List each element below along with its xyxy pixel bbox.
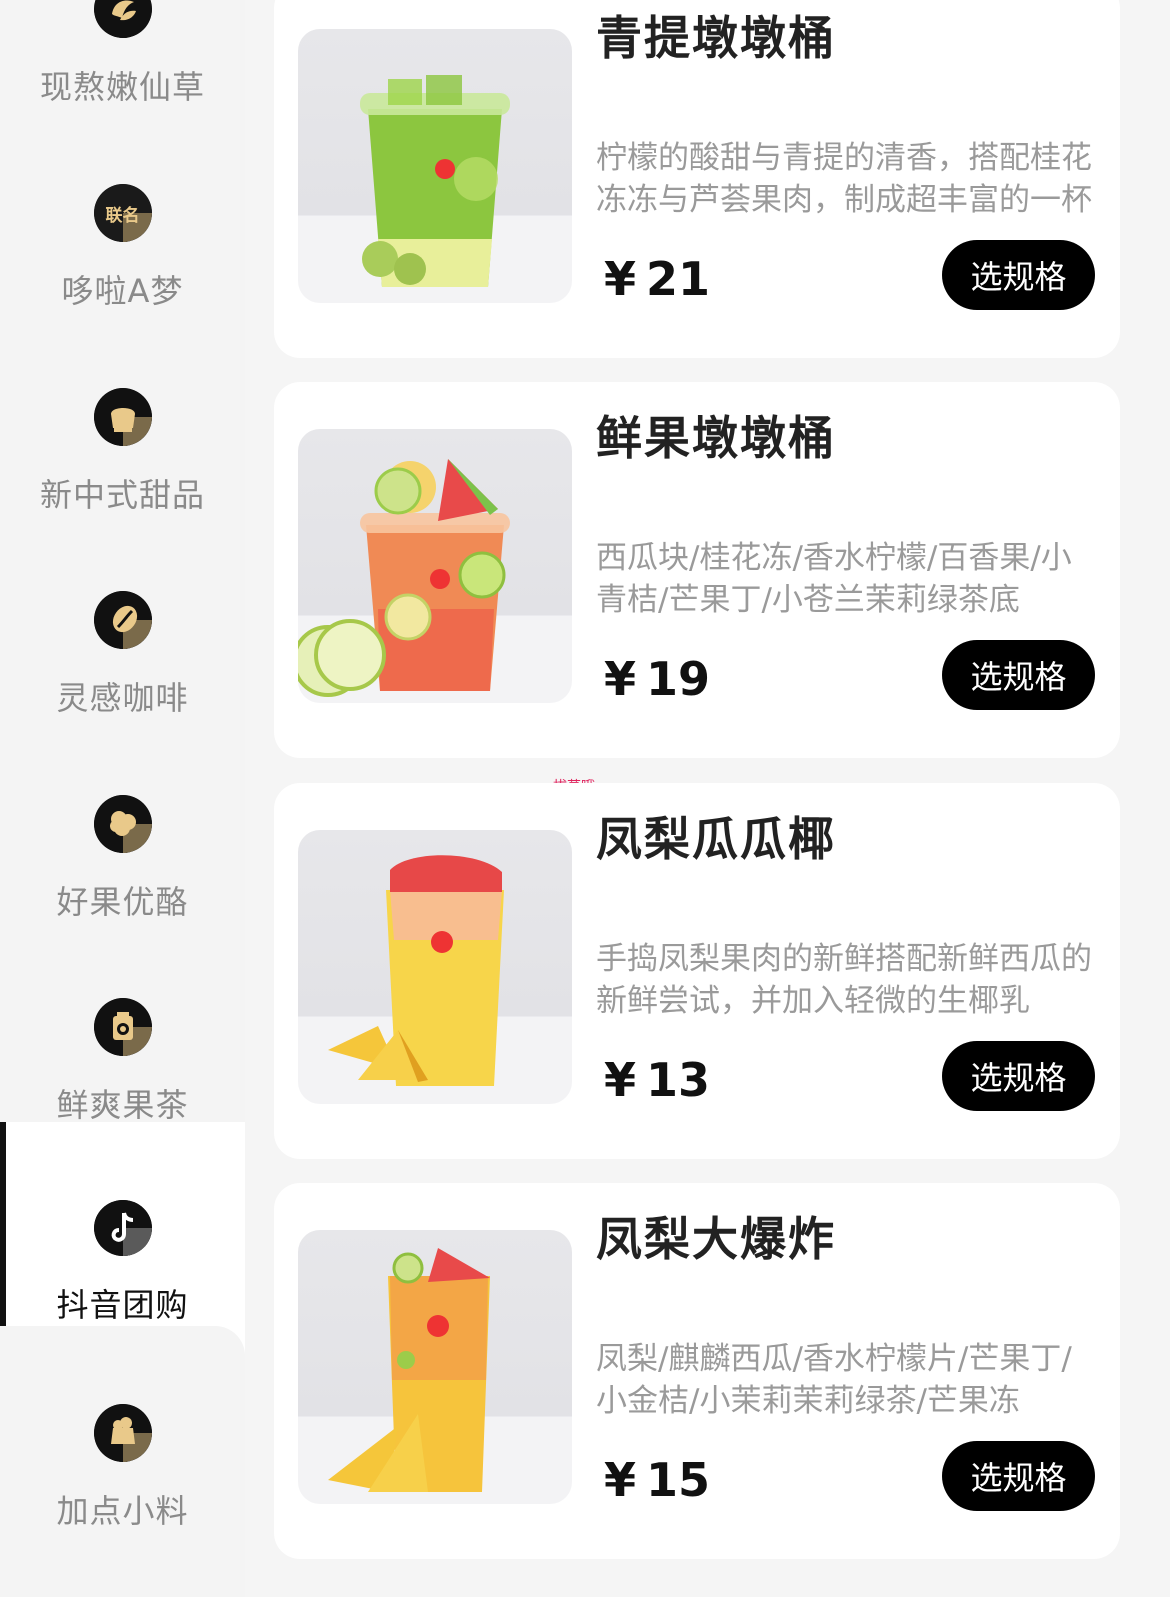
product-description: 手捣凤梨果肉的新鲜搭配新鲜西瓜的新鲜尝试，并加入轻微的生椰乳	[596, 941, 1092, 1019]
select-spec-button[interactable]: 选规格	[942, 240, 1095, 310]
currency-symbol: ¥	[604, 1453, 637, 1507]
collab-badge-icon: 联名	[93, 184, 152, 242]
price-value: 13	[646, 1053, 711, 1107]
product-description: 西瓜块/桂花冻/香水柠檬/百香果/小青桔/芒果丁/小苍兰茉莉绿茶底	[596, 540, 1072, 618]
product-price: ¥15	[604, 1453, 710, 1507]
price-value: 21	[646, 252, 711, 306]
category-label: 加点小料	[56, 1492, 189, 1530]
category-grass-jelly[interactable]: 现熬嫩仙草	[0, 0, 245, 184]
collab-badge-text: 联名	[105, 205, 140, 226]
product-card[interactable]: 凤梨瓜瓜椰 手捣凤梨果肉的新鲜搭配新鲜西瓜的新鲜尝试，并加入轻微的生椰乳 ¥13…	[274, 783, 1120, 1159]
select-spec-button[interactable]: 选规格	[942, 640, 1095, 710]
currency-symbol: ¥	[604, 252, 637, 306]
product-name: 凤梨瓜瓜椰	[596, 812, 836, 866]
product-image-pineapple-burst	[298, 1230, 572, 1504]
dessert-icon	[93, 388, 152, 446]
product-name: 鲜果墩墩桶	[596, 411, 836, 465]
product-image-pineapple-watermelon	[298, 830, 572, 1104]
product-description: 凤梨/麒麟西瓜/香水柠檬片/芒果丁/小金桔/小茉莉茉莉绿茶/芒果冻	[596, 1341, 1072, 1419]
product-price: ¥21	[604, 252, 710, 306]
fruit-tea-icon	[93, 998, 152, 1056]
category-label: 新中式甜品	[39, 476, 205, 514]
category-label: 现熬嫩仙草	[39, 68, 205, 106]
product-name: 凤梨大爆炸	[596, 1212, 836, 1266]
category-doraemon[interactable]: 联名 哆啦A梦	[0, 184, 245, 388]
price-value: 19	[646, 652, 711, 706]
price-value: 15	[646, 1453, 711, 1507]
product-price: ¥19	[604, 652, 710, 706]
select-spec-button[interactable]: 选规格	[942, 1041, 1095, 1111]
grass-jelly-icon	[93, 0, 152, 38]
product-image-green-grape	[298, 29, 572, 303]
category-label: 哆啦A梦	[61, 272, 184, 310]
category-label: 鲜爽果茶	[56, 1086, 189, 1124]
fruit-yogurt-icon	[93, 795, 152, 853]
category-fruit-yogurt[interactable]: 好果优酪	[0, 795, 245, 999]
product-description: 柠檬的酸甜与青提的清香，搭配桂花冻冻与芦荟果肉，制成超丰富的一杯	[596, 140, 1092, 218]
coffee-bean-icon	[93, 591, 152, 649]
category-dessert[interactable]: 新中式甜品	[0, 388, 245, 592]
product-name: 青提墩墩桶	[596, 11, 836, 65]
category-label: 抖音团购	[56, 1286, 189, 1324]
product-image-fresh-fruit	[298, 429, 572, 703]
product-card[interactable]: 凤梨大爆炸 凤梨/麒麟西瓜/香水柠檬片/芒果丁/小金桔/小茉莉茉莉绿茶/芒果冻 …	[274, 1183, 1120, 1559]
toppings-icon	[93, 1404, 152, 1462]
product-card[interactable]: 青提墩墩桶 柠檬的酸甜与青提的清香，搭配桂花冻冻与芦荟果肉，制成超丰富的一杯 ¥…	[274, 0, 1120, 358]
select-spec-button[interactable]: 选规格	[942, 1441, 1095, 1511]
category-toppings[interactable]: 加点小料	[0, 1326, 245, 1594]
category-label: 灵感咖啡	[56, 679, 189, 717]
category-douyin-groupbuy[interactable]: 抖音团购	[0, 1122, 245, 1326]
product-card[interactable]: 鲜果墩墩桶 西瓜块/桂花冻/香水柠檬/百香果/小青桔/芒果丁/小苍兰茉莉绿茶底 …	[274, 382, 1120, 758]
currency-symbol: ¥	[604, 652, 637, 706]
currency-symbol: ¥	[604, 1053, 637, 1107]
product-price: ¥13	[604, 1053, 710, 1107]
douyin-icon	[93, 1200, 152, 1256]
category-coffee[interactable]: 灵感咖啡	[0, 591, 245, 795]
category-label: 好果优酪	[56, 883, 189, 921]
category-sidebar: 现熬嫩仙草 联名 哆啦A梦 新中式甜品 灵感咖啡 好果优酪 鲜爽果茶 抖音团购 …	[0, 0, 245, 1597]
